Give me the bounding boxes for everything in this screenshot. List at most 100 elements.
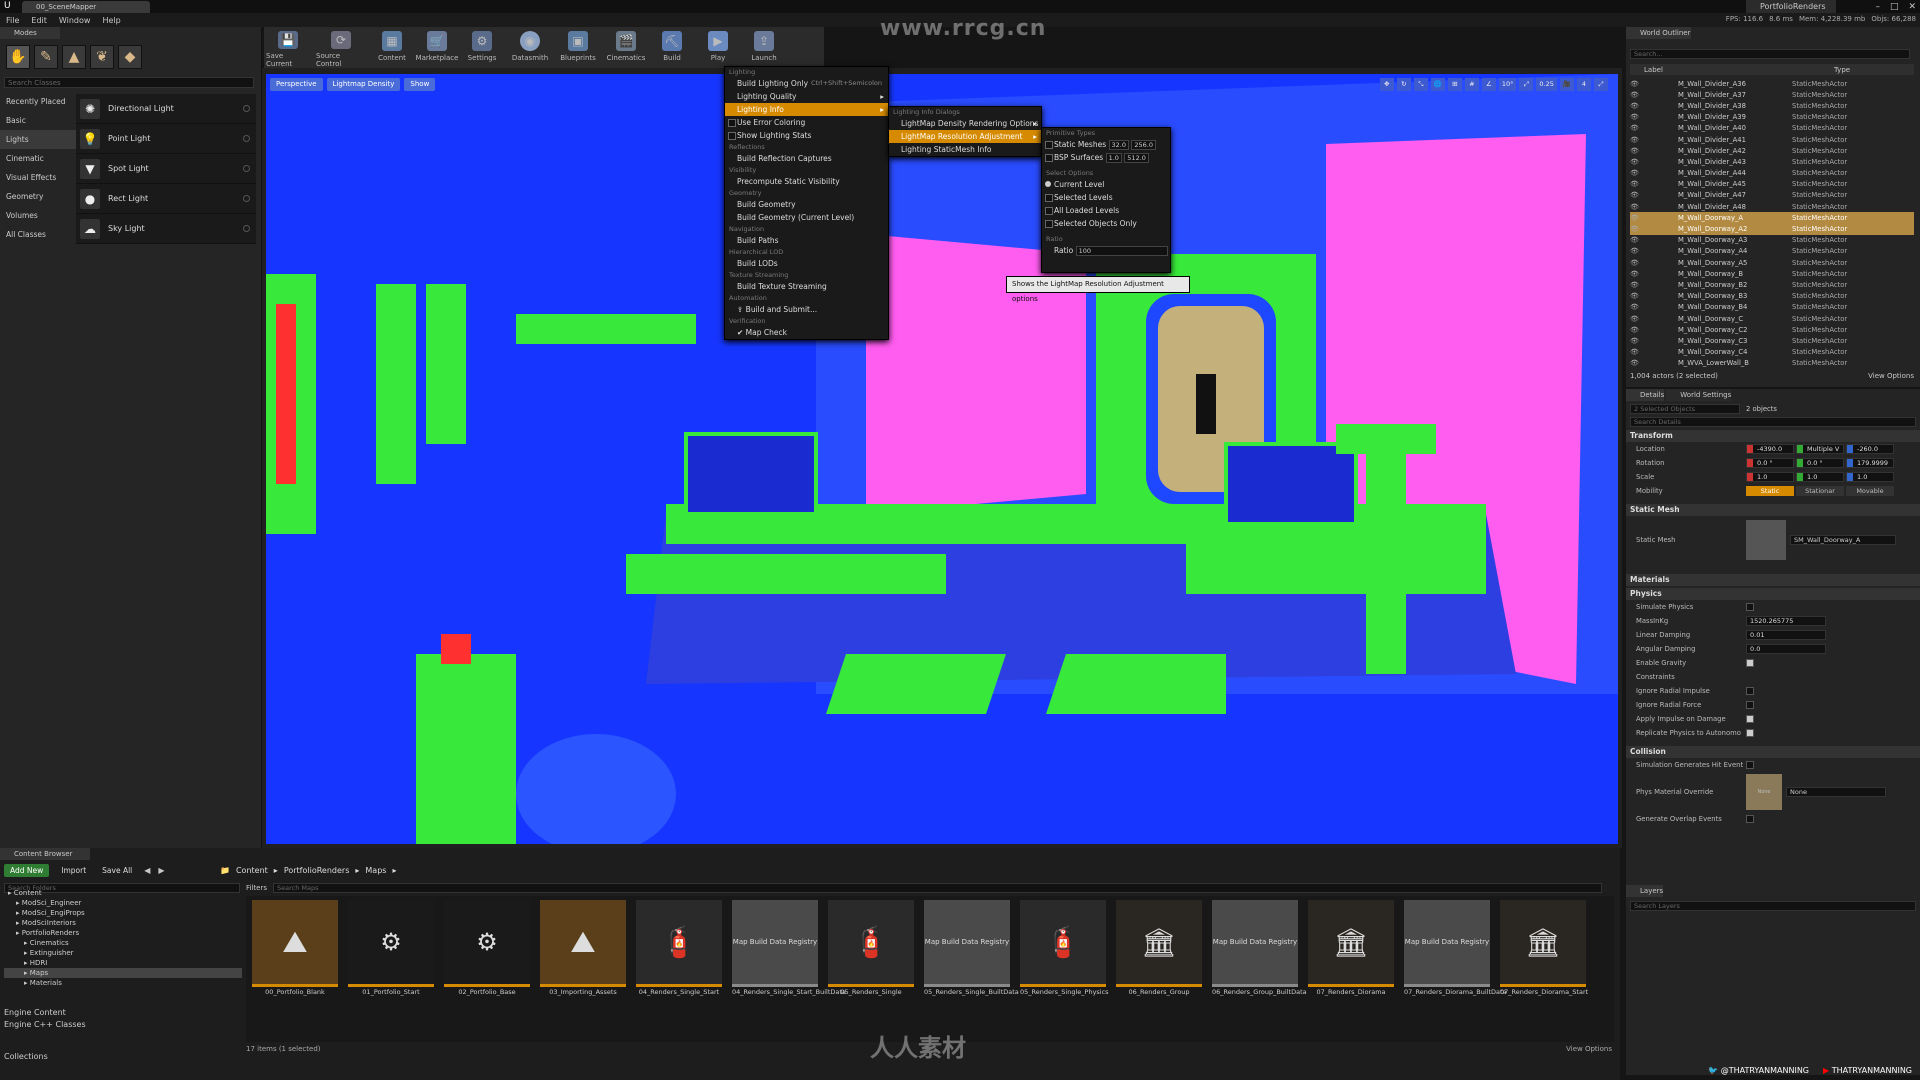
outliner-row[interactable]: 👁 M_Wall_Divider_A37 StaticMeshActor	[1630, 89, 1914, 100]
engine-content-folder[interactable]: Engine Content	[4, 1008, 66, 1017]
visibility-eye-icon[interactable]: 👁	[1630, 91, 1642, 99]
asset-tile[interactable]: 🧯 05_Renders_Single	[828, 900, 914, 998]
asset-tile[interactable]: 🏛 06_Renders_Group	[1116, 900, 1202, 998]
rotation-y-field[interactable]: 0.0 °	[1796, 458, 1844, 468]
cb-view-options-button[interactable]: View Options	[1566, 1045, 1612, 1053]
outliner-row[interactable]: 👁 M_Wall_Doorway_B4 StaticMeshActor	[1630, 302, 1914, 313]
bsp-max-field[interactable]: 512.0	[1124, 153, 1149, 163]
show-lighting-stats-checkbox[interactable]: Show Lighting Stats	[725, 129, 888, 142]
bsp-min-field[interactable]: 1.0	[1105, 153, 1122, 163]
folder-item[interactable]: ▸ HDRI	[4, 958, 242, 968]
view-mode-button[interactable]: Lightmap Density	[326, 78, 401, 91]
physics-checkbox[interactable]	[1746, 687, 1754, 695]
build-lighting-only-item[interactable]: Build Lighting Only Ctrl+Shift+Semicolon	[725, 77, 888, 90]
settings-button[interactable]: ⚙ Settings	[460, 27, 504, 68]
category-lights[interactable]: Lights	[0, 130, 76, 149]
folder-item[interactable]: ▸ ModSci_EngiProps	[4, 908, 242, 918]
visibility-eye-icon[interactable]: 👁	[1630, 247, 1642, 255]
source-control-button[interactable]: ⟳ Source Control	[316, 27, 366, 68]
gen-overlap-checkbox[interactable]	[1746, 815, 1754, 823]
mobility-stationary-button[interactable]: Stationar	[1796, 486, 1844, 496]
outliner-row[interactable]: 👁 M_WVA_LowerWall_B StaticMeshActor	[1630, 358, 1914, 369]
visibility-eye-icon[interactable]: 👁	[1630, 191, 1642, 199]
build-paths-item[interactable]: Build Paths	[725, 234, 888, 247]
outliner-row[interactable]: 👁 M_Wall_Divider_A42 StaticMeshActor	[1630, 145, 1914, 156]
scale-y-field[interactable]: 1.0	[1796, 472, 1844, 482]
option-selected-objects-only[interactable]: Selected Objects Only	[1042, 217, 1170, 230]
scale-snap-value[interactable]: 0.25	[1536, 78, 1557, 91]
visibility-eye-icon[interactable]: 👁	[1630, 326, 1642, 334]
build-reflection-captures-item[interactable]: Build Reflection Captures	[725, 152, 888, 165]
visibility-eye-icon[interactable]: 👁	[1630, 147, 1642, 155]
build-button[interactable]: ⛏ Build	[650, 27, 694, 68]
asset-tile[interactable]: 🏛 07_Renders_Diorama_Start	[1500, 900, 1588, 998]
mobility-movable-button[interactable]: Movable	[1846, 486, 1894, 496]
asset-tile[interactable]: Map Build Data Registry 05_Renders_Single…	[924, 900, 1019, 998]
folder-item[interactable]: ▸ ModSci_Engineer	[4, 898, 242, 908]
static-mesh-min-field[interactable]: 32.0	[1108, 140, 1129, 150]
category-cinematic[interactable]: Cinematic	[0, 149, 76, 168]
outliner-row[interactable]: 👁 M_Wall_Divider_A40 StaticMeshActor	[1630, 123, 1914, 134]
option-all-loaded-levels[interactable]: All Loaded Levels	[1042, 204, 1170, 217]
back-arrow-icon[interactable]: ◀	[144, 866, 150, 875]
scale-snap-icon[interactable]: ⤢	[1519, 78, 1534, 91]
category-basic[interactable]: Basic	[0, 111, 76, 130]
build-geometry-item[interactable]: Build Geometry	[725, 198, 888, 211]
physics-value-field[interactable]: 1520.265775	[1746, 616, 1826, 626]
forward-arrow-icon[interactable]: ▶	[158, 866, 164, 875]
visibility-eye-icon[interactable]: 👁	[1630, 80, 1642, 88]
physics-checkbox[interactable]	[1746, 701, 1754, 709]
translate-icon[interactable]: ✥	[1379, 78, 1394, 91]
visibility-eye-icon[interactable]: 👁	[1630, 158, 1642, 166]
asset-tile[interactable]: Map Build Data Registry 04_Renders_Single…	[732, 900, 846, 998]
launch-button[interactable]: ⇪ Launch	[742, 27, 786, 68]
transform-section[interactable]: Transform	[1626, 430, 1920, 442]
asset-tile[interactable]: ⚙ 02_Portfolio_Base	[444, 900, 530, 998]
category-all-classes[interactable]: All Classes	[0, 225, 76, 244]
visibility-eye-icon[interactable]: 👁	[1630, 136, 1642, 144]
asset-tile[interactable]: Map Build Data Registry 06_Renders_Group_…	[1212, 900, 1307, 998]
maximize-icon[interactable]: □	[1890, 2, 1899, 12]
filters-button[interactable]: Filters	[246, 884, 267, 892]
perspective-button[interactable]: Perspective	[270, 78, 323, 91]
folder-item[interactable]: ▸ Extinguisher	[4, 948, 242, 958]
selected-objects-combo[interactable]: 2 Selected Objects	[1630, 404, 1740, 414]
outliner-row[interactable]: 👁 M_Wall_Doorway_C4 StaticMeshActor	[1630, 347, 1914, 358]
asset-tile[interactable]: ⛰ 03_Importing_Assets	[540, 900, 626, 998]
scale-z-field[interactable]: 1.0	[1846, 472, 1894, 482]
category-recently-placed[interactable]: Recently Placed	[0, 92, 76, 111]
foliage-mode-icon[interactable]: ❦	[90, 45, 114, 69]
outliner-row[interactable]: 👁 M_Wall_Doorway_A4 StaticMeshActor	[1630, 246, 1914, 257]
outliner-row[interactable]: 👁 M_Wall_Divider_A45 StaticMeshActor	[1630, 179, 1914, 190]
label-column-header[interactable]: Label	[1630, 66, 1834, 74]
sim-gen-hit-checkbox[interactable]	[1746, 761, 1754, 769]
list-item-directional-light[interactable]: ✺ Directional Light	[76, 94, 256, 124]
location-y-field[interactable]: Multiple V	[1796, 444, 1844, 454]
physics-value-field[interactable]: 0.01	[1746, 630, 1826, 640]
lightmap-resolution-adjustment-item[interactable]: LightMap Resolution Adjustment ▸	[889, 130, 1041, 143]
outliner-row[interactable]: 👁 M_Wall_Doorway_B2 StaticMeshActor	[1630, 279, 1914, 290]
physics-checkbox[interactable]	[1746, 659, 1754, 667]
outliner-search-input[interactable]: Search...	[1630, 49, 1910, 59]
location-z-field[interactable]: -260.0	[1846, 444, 1894, 454]
static-meshes-row[interactable]: Static Meshes 32.0 256.0	[1042, 138, 1170, 151]
paint-mode-icon[interactable]: ✎	[34, 45, 58, 69]
category-volumes[interactable]: Volumes	[0, 206, 76, 225]
outliner-row[interactable]: 👁 M_Wall_Divider_A44 StaticMeshActor	[1630, 168, 1914, 179]
folder-item[interactable]: ▸ Content	[4, 888, 242, 898]
visibility-eye-icon[interactable]: 👁	[1630, 315, 1642, 323]
menu-file[interactable]: File	[6, 16, 19, 25]
visibility-eye-icon[interactable]: 👁	[1630, 113, 1642, 121]
camera-speed-value[interactable]: 4	[1577, 78, 1591, 91]
collections-section[interactable]: Collections	[4, 1052, 48, 1061]
content-browser-tab[interactable]: Content Browser	[0, 848, 90, 860]
folder-item[interactable]: ▸ Materials	[4, 978, 242, 988]
list-item-point-light[interactable]: 💡 Point Light	[76, 124, 256, 154]
asset-tile[interactable]: Map Build Data Registry 07_Renders_Dioram…	[1404, 900, 1507, 998]
category-visual-effects[interactable]: Visual Effects	[0, 168, 76, 187]
physics-value-field[interactable]: 0.0	[1746, 644, 1826, 654]
outliner-row[interactable]: 👁 M_Wall_Doorway_C2 StaticMeshActor	[1630, 324, 1914, 335]
build-and-submit-item[interactable]: ⇪ Build and Submit...	[725, 303, 888, 316]
outliner-row[interactable]: 👁 M_Wall_Doorway_C StaticMeshActor	[1630, 313, 1914, 324]
physics-checkbox[interactable]	[1746, 729, 1754, 737]
